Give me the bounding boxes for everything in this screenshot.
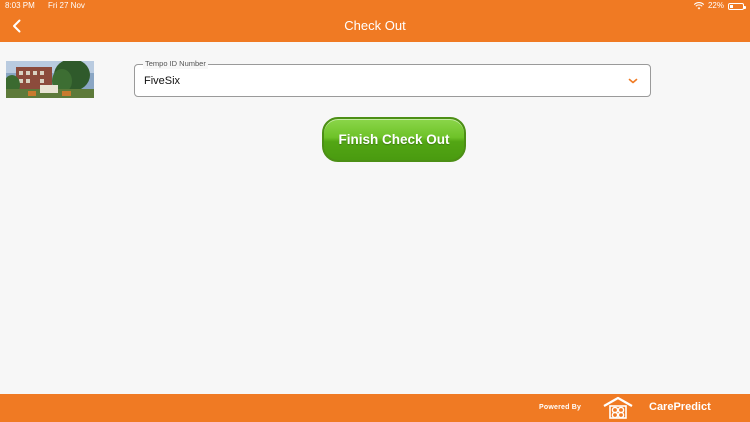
tempo-id-select[interactable]: Tempo ID Number FiveSix — [134, 59, 651, 97]
status-indicators: 22% — [693, 0, 746, 12]
carepredict-logo-icon — [603, 396, 633, 419]
nav-bar: Check Out — [0, 12, 750, 42]
battery-icon — [728, 2, 746, 10]
check-out-screen: 8:03 PM Fri 27 Nov 22% Check Out Tempo I… — [0, 0, 750, 422]
page-title: Check Out — [344, 18, 406, 33]
chevron-down-icon — [628, 78, 638, 84]
tempo-id-value: FiveSix — [144, 75, 181, 87]
tempo-id-label: Tempo ID Number — [143, 59, 208, 69]
app-header: 8:03 PM Fri 27 Nov 22% Check Out — [0, 0, 750, 42]
brand-name: CarePredict — [649, 401, 711, 413]
powered-by-label: Powered By — [539, 404, 582, 411]
status-time: 8:03 PM — [5, 1, 35, 10]
battery-percent: 22% — [707, 1, 724, 10]
status-date: Fri 27 Nov — [48, 1, 85, 10]
status-bar: 8:03 PM Fri 27 Nov 22% — [0, 0, 750, 12]
battery-level — [730, 4, 734, 8]
building-image — [6, 61, 94, 98]
wifi-icon — [693, 2, 704, 10]
footer-bar: Powered By CarePredict — [0, 394, 750, 422]
finish-check-out-button[interactable]: Finish Check Out — [322, 117, 466, 162]
facility-photo — [6, 61, 94, 98]
